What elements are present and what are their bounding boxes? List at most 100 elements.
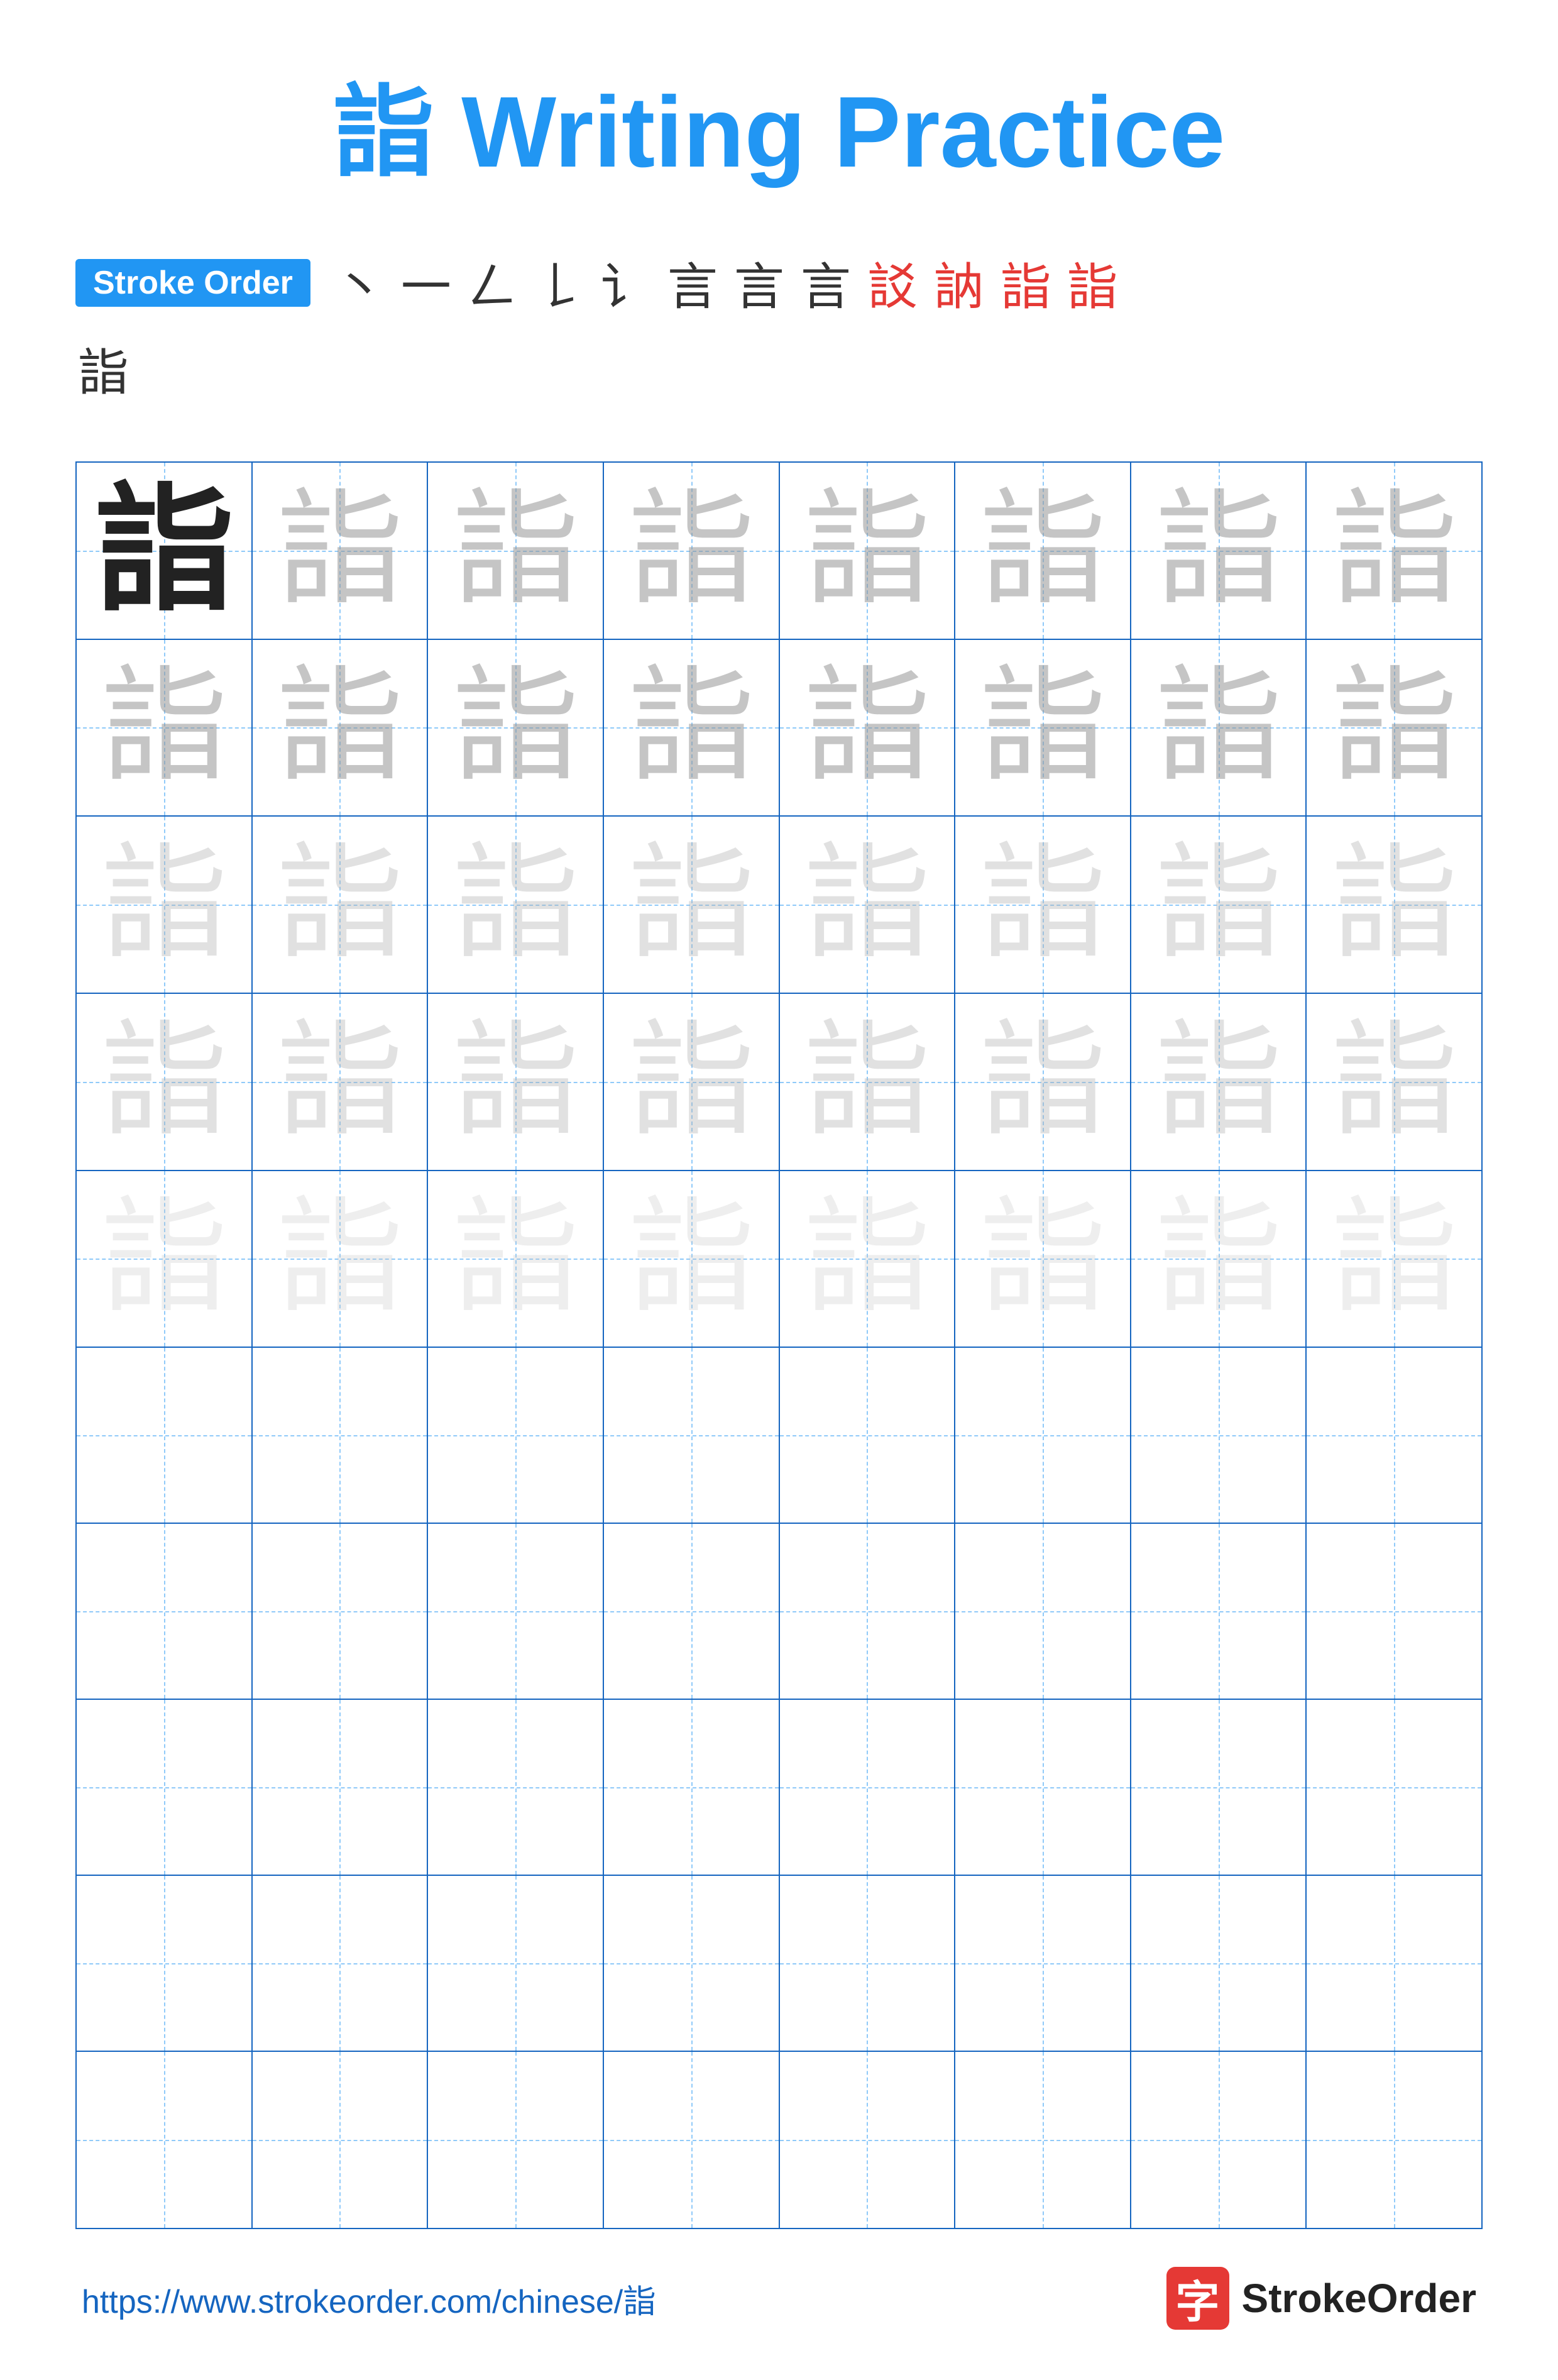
empty-cell-8-4[interactable]	[604, 1700, 780, 1875]
grid-cell-1-5[interactable]: 詣	[780, 463, 956, 639]
practice-char: 詣	[453, 1019, 578, 1145]
grid-cell-2-1[interactable]: 詣	[77, 640, 253, 816]
empty-cell-9-4[interactable]	[604, 1876, 780, 2051]
grid-cell-1-6[interactable]: 詣	[955, 463, 1131, 639]
empty-cell-8-6[interactable]	[955, 1700, 1131, 1875]
empty-cell-9-6[interactable]	[955, 1876, 1131, 2051]
empty-cell-6-5[interactable]	[780, 1348, 956, 1523]
grid-cell-1-4[interactable]: 詣	[604, 463, 780, 639]
grid-cell-3-6[interactable]: 詣	[955, 817, 1131, 993]
grid-cell-2-5[interactable]: 詣	[780, 640, 956, 816]
empty-cell-6-3[interactable]	[428, 1348, 604, 1523]
grid-cell-4-3[interactable]: 詣	[428, 994, 604, 1170]
footer: https://www.strokeorder.com/chinese/詣 字 …	[75, 2267, 1483, 2330]
empty-cell-10-2[interactable]	[253, 2052, 429, 2228]
empty-cell-8-1[interactable]	[77, 1700, 253, 1875]
empty-cell-8-5[interactable]	[780, 1700, 956, 1875]
empty-cell-8-8[interactable]	[1307, 1700, 1481, 1875]
grid-cell-1-3[interactable]: 詣	[428, 463, 604, 639]
grid-cell-5-7[interactable]: 詣	[1131, 1171, 1307, 1347]
grid-cell-3-2[interactable]: 詣	[253, 817, 429, 993]
grid-cell-5-3[interactable]: 詣	[428, 1171, 604, 1347]
grid-cell-2-8[interactable]: 詣	[1307, 640, 1481, 816]
grid-cell-5-5[interactable]: 詣	[780, 1171, 956, 1347]
practice-char: 詣	[1156, 1196, 1281, 1321]
empty-cell-7-7[interactable]	[1131, 1524, 1307, 1699]
empty-cell-6-2[interactable]	[253, 1348, 429, 1523]
practice-char: 詣	[1156, 488, 1281, 614]
footer-url[interactable]: https://www.strokeorder.com/chinese/詣	[82, 2275, 656, 2322]
empty-cell-7-3[interactable]	[428, 1524, 604, 1699]
grid-cell-4-8[interactable]: 詣	[1307, 994, 1481, 1170]
grid-cell-5-1[interactable]: 詣	[77, 1171, 253, 1347]
grid-cell-4-4[interactable]: 詣	[604, 994, 780, 1170]
empty-cell-10-4[interactable]	[604, 2052, 780, 2228]
practice-char: 詣	[101, 664, 227, 790]
empty-cell-6-4[interactable]	[604, 1348, 780, 1523]
stroke-s12: 詣	[1067, 246, 1117, 319]
grid-row-4: 詣 詣 詣 詣 詣 詣 詣 詣	[77, 994, 1481, 1171]
practice-char: 詣	[628, 488, 754, 614]
empty-cell-10-1[interactable]	[77, 2052, 253, 2228]
grid-cell-5-4[interactable]: 詣	[604, 1171, 780, 1347]
empty-cell-6-6[interactable]	[955, 1348, 1131, 1523]
empty-cell-9-5[interactable]	[780, 1876, 956, 2051]
grid-cell-3-3[interactable]: 詣	[428, 817, 604, 993]
grid-cell-1-7[interactable]: 詣	[1131, 463, 1307, 639]
grid-row-6	[77, 1348, 1481, 1524]
empty-cell-8-2[interactable]	[253, 1700, 429, 1875]
stroke-s1: 丶	[334, 246, 385, 319]
practice-char: 詣	[628, 1019, 754, 1145]
grid-cell-3-4[interactable]: 詣	[604, 817, 780, 993]
grid-cell-5-8[interactable]: 詣	[1307, 1171, 1481, 1347]
grid-cell-5-2[interactable]: 詣	[253, 1171, 429, 1347]
empty-cell-7-1[interactable]	[77, 1524, 253, 1699]
empty-cell-6-8[interactable]	[1307, 1348, 1481, 1523]
empty-cell-10-5[interactable]	[780, 2052, 956, 2228]
grid-cell-2-6[interactable]: 詣	[955, 640, 1131, 816]
grid-cell-1-1[interactable]: 詣	[77, 463, 253, 639]
empty-cell-9-1[interactable]	[77, 1876, 253, 2051]
grid-cell-3-8[interactable]: 詣	[1307, 817, 1481, 993]
empty-cell-7-2[interactable]	[253, 1524, 429, 1699]
ref-char: 詣	[95, 482, 233, 620]
grid-cell-2-4[interactable]: 詣	[604, 640, 780, 816]
empty-cell-6-1[interactable]	[77, 1348, 253, 1523]
empty-cell-7-6[interactable]	[955, 1524, 1131, 1699]
stroke-order-badge: Stroke Order	[75, 259, 310, 307]
practice-char: 詣	[453, 488, 578, 614]
grid-cell-5-6[interactable]: 詣	[955, 1171, 1131, 1347]
empty-cell-10-3[interactable]	[428, 2052, 604, 2228]
empty-cell-10-8[interactable]	[1307, 2052, 1481, 2228]
grid-cell-4-6[interactable]: 詣	[955, 994, 1131, 1170]
empty-cell-10-7[interactable]	[1131, 2052, 1307, 2228]
grid-row-8	[77, 1700, 1481, 1876]
empty-cell-9-3[interactable]	[428, 1876, 604, 2051]
grid-cell-4-5[interactable]: 詣	[780, 994, 956, 1170]
practice-char: 詣	[980, 842, 1105, 967]
stroke-order-row2: 詣	[75, 326, 1483, 405]
grid-cell-2-7[interactable]: 詣	[1131, 640, 1307, 816]
grid-cell-2-3[interactable]: 詣	[428, 640, 604, 816]
grid-cell-2-2[interactable]: 詣	[253, 640, 429, 816]
empty-cell-10-6[interactable]	[955, 2052, 1131, 2228]
empty-cell-8-7[interactable]	[1131, 1700, 1307, 1875]
practice-char: 詣	[1156, 842, 1281, 967]
grid-cell-4-2[interactable]: 詣	[253, 994, 429, 1170]
grid-cell-3-5[interactable]: 詣	[780, 817, 956, 993]
grid-cell-4-1[interactable]: 詣	[77, 994, 253, 1170]
empty-cell-9-7[interactable]	[1131, 1876, 1307, 2051]
grid-cell-3-7[interactable]: 詣	[1131, 817, 1307, 993]
empty-cell-8-3[interactable]	[428, 1700, 604, 1875]
empty-cell-6-7[interactable]	[1131, 1348, 1307, 1523]
grid-cell-4-7[interactable]: 詣	[1131, 994, 1307, 1170]
empty-cell-7-4[interactable]	[604, 1524, 780, 1699]
empty-cell-7-8[interactable]	[1307, 1524, 1481, 1699]
empty-cell-7-5[interactable]	[780, 1524, 956, 1699]
grid-cell-1-2[interactable]: 詣	[253, 463, 429, 639]
practice-char: 詣	[804, 842, 930, 967]
grid-cell-3-1[interactable]: 詣	[77, 817, 253, 993]
empty-cell-9-2[interactable]	[253, 1876, 429, 2051]
empty-cell-9-8[interactable]	[1307, 1876, 1481, 2051]
grid-cell-1-8[interactable]: 詣	[1307, 463, 1481, 639]
